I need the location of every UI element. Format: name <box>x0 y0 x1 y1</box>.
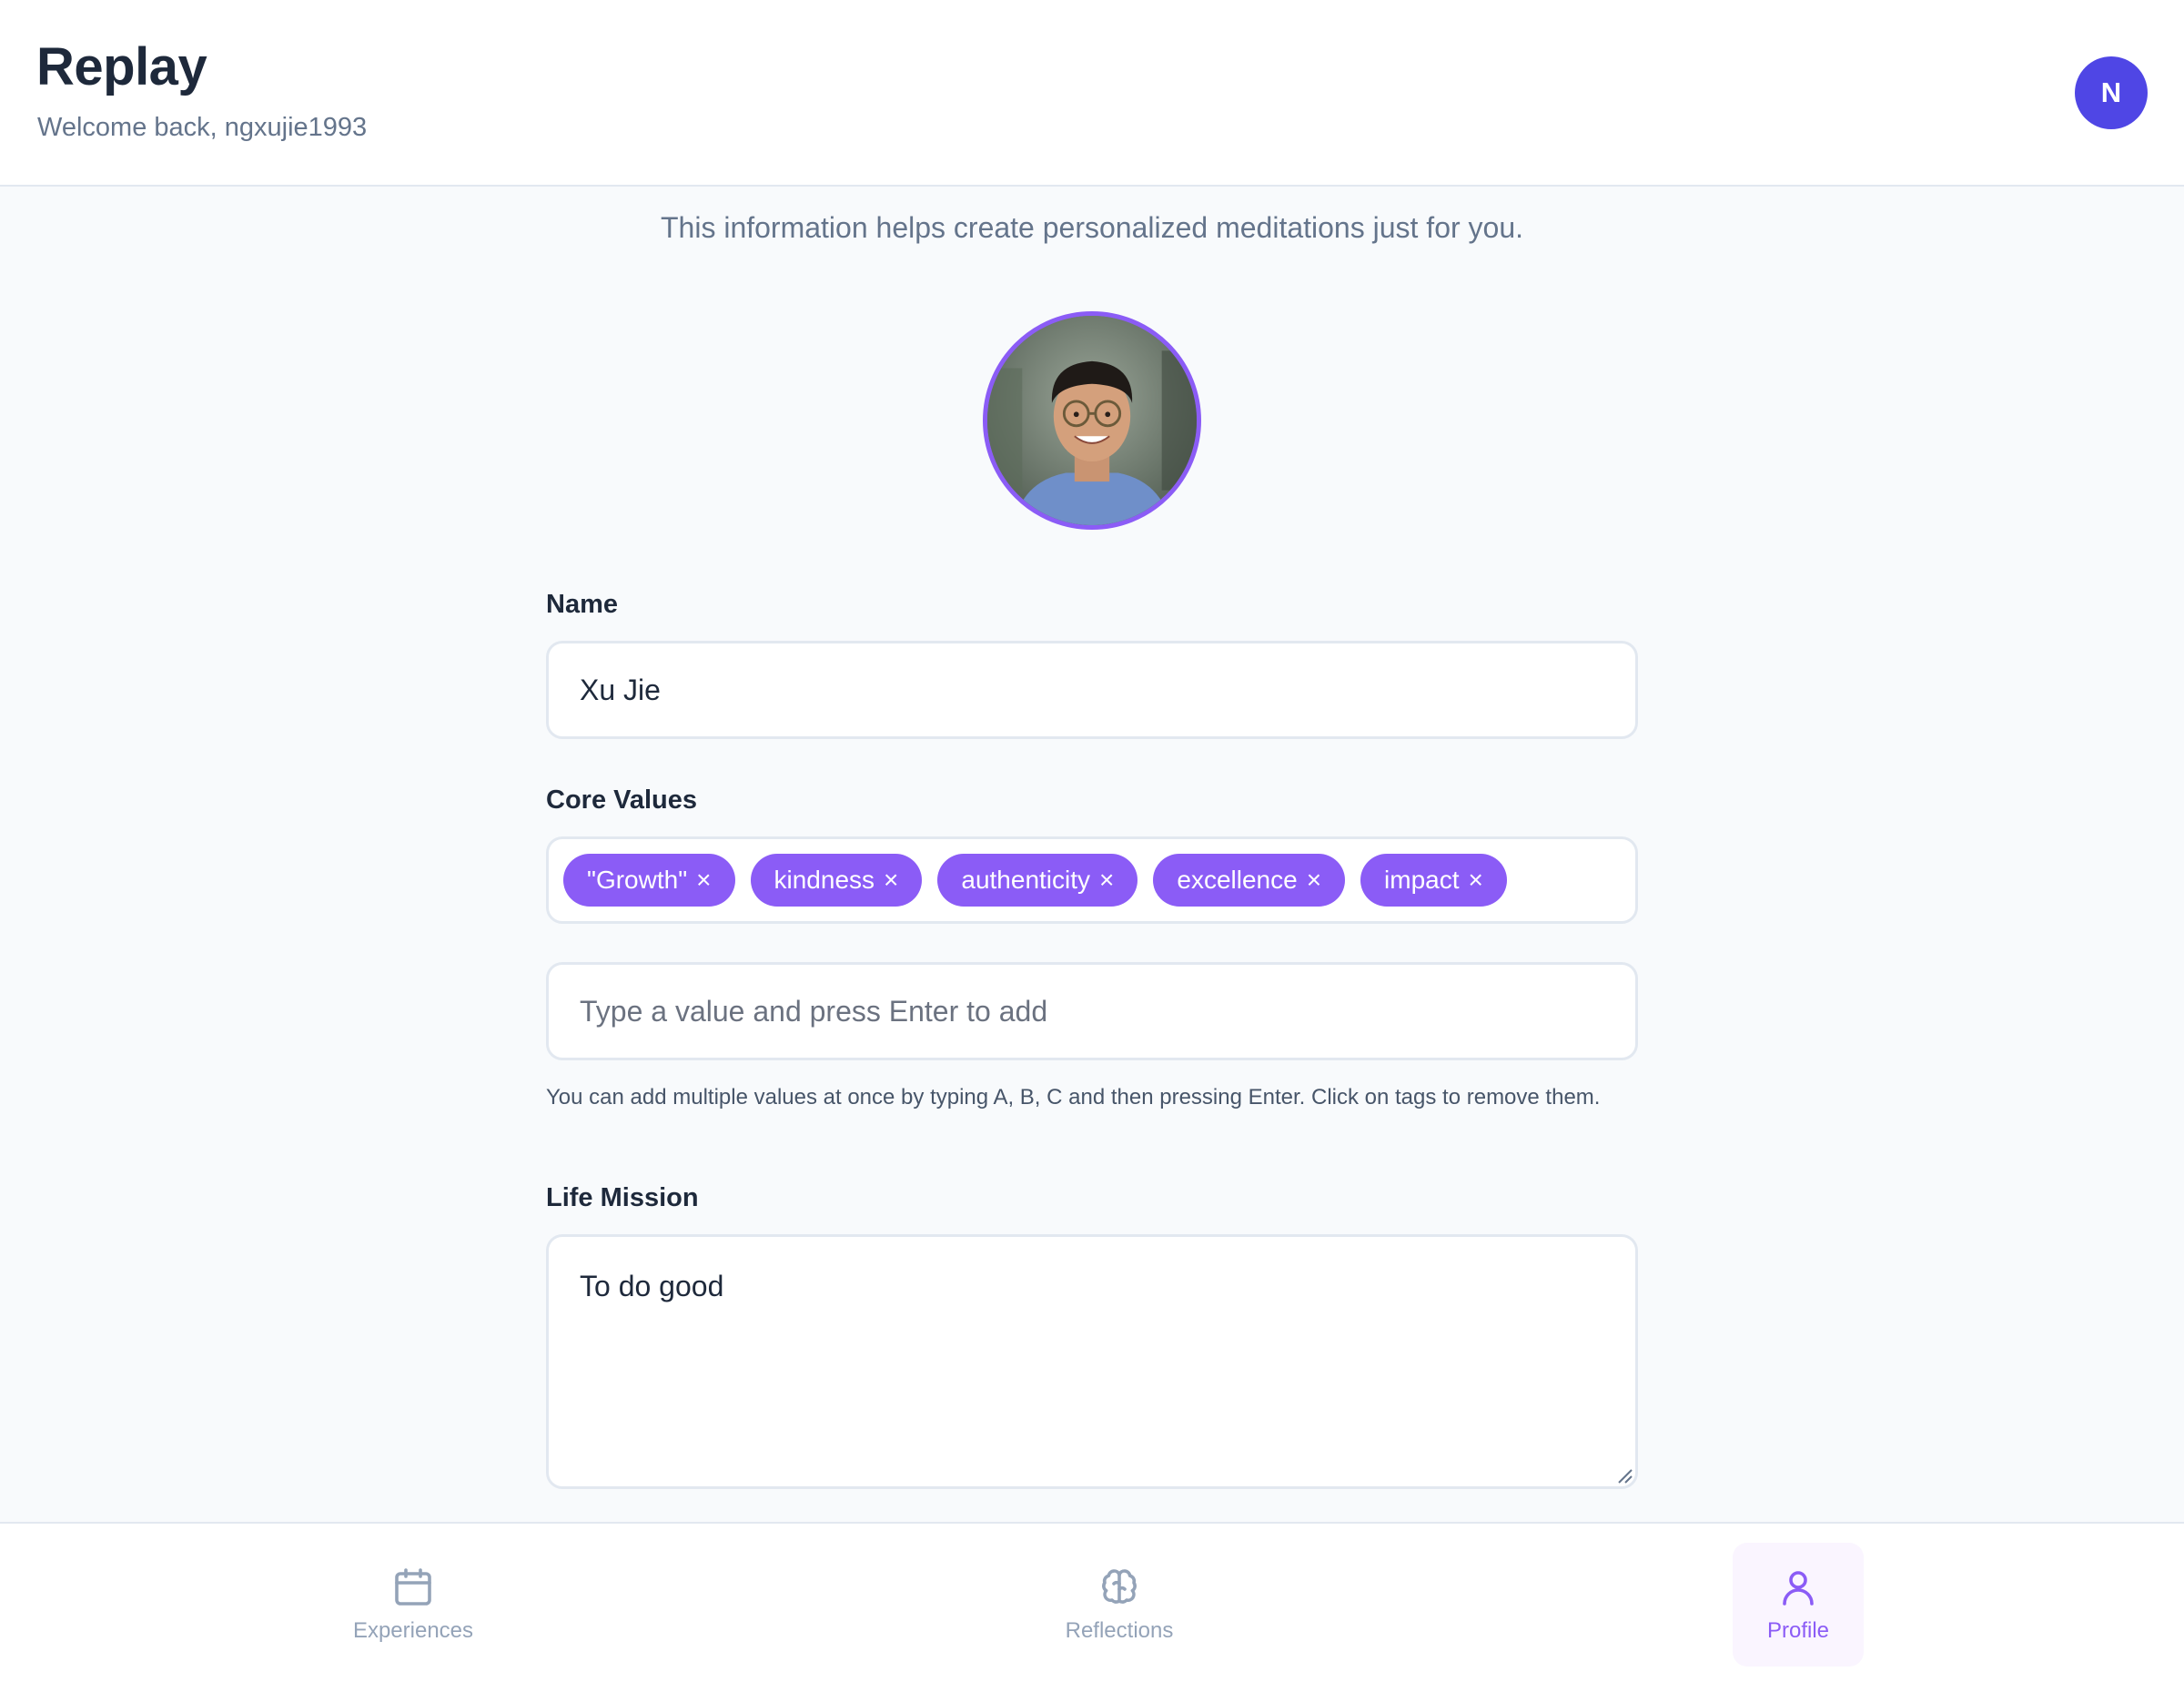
nav-item-profile[interactable]: Profile <box>1733 1543 1864 1667</box>
life-mission-label: Life Mission <box>546 1183 699 1212</box>
remove-tag-icon[interactable]: × <box>1307 866 1321 895</box>
header: Replay Welcome back, ngxujie1993 N <box>0 0 2184 187</box>
app-root: Replay Welcome back, ngxujie1993 N This … <box>0 0 2184 1682</box>
core-values-label: Core Values <box>546 785 698 815</box>
value-tag-label: kindness <box>774 866 875 894</box>
profile-photo[interactable] <box>983 311 1201 530</box>
name-label: Name <box>546 590 618 619</box>
welcome-message: Welcome back, ngxujie1993 <box>37 113 368 142</box>
remove-tag-icon[interactable]: × <box>696 866 711 895</box>
core-values-helper-text: You can add multiple values at once by t… <box>546 1085 1601 1110</box>
value-tag[interactable]: kindness × <box>750 854 923 907</box>
avatar-initial: N <box>2100 76 2122 108</box>
value-tag-label: authenticity <box>961 866 1091 894</box>
bottom-nav: Experiences Reflections Profile <box>0 1522 2184 1682</box>
user-avatar-button[interactable]: N <box>2075 56 2148 129</box>
remove-tag-icon[interactable]: × <box>1099 866 1114 895</box>
life-mission-textarea[interactable]: To do good <box>546 1234 1638 1489</box>
resize-handle-icon[interactable] <box>1616 1467 1633 1484</box>
value-tag-label: impact <box>1384 866 1460 894</box>
value-tag[interactable]: excellence × <box>1153 854 1346 907</box>
user-icon <box>1783 1571 1814 1606</box>
value-tag-label: "Growth" <box>587 866 688 894</box>
nav-item-experiences[interactable]: Experiences <box>348 1543 479 1667</box>
core-values-tags: "Growth" × kindness × authenticity × excellenc… <box>546 836 1638 924</box>
calendar-icon <box>395 1568 431 1606</box>
name-input[interactable] <box>546 641 1638 739</box>
value-tag[interactable]: impact × <box>1360 854 1507 907</box>
profile-photo-image <box>987 316 1197 525</box>
nav-label-profile: Profile <box>1766 1618 1830 1643</box>
brain-icon <box>1102 1569 1137 1604</box>
app-title: Replay <box>36 37 207 96</box>
intro-text: This information helps create personaliz… <box>660 211 1524 244</box>
nav-label-reflections: Reflections <box>1065 1618 1174 1643</box>
remove-tag-icon[interactable]: × <box>884 866 898 895</box>
value-tag[interactable]: authenticity × <box>937 854 1138 907</box>
core-values-input[interactable] <box>546 962 1638 1060</box>
value-tag-label: excellence <box>1177 866 1298 894</box>
remove-tag-icon[interactable]: × <box>1469 866 1483 895</box>
nav-label-experiences: Experiences <box>352 1618 474 1643</box>
value-tag[interactable]: "Growth" × <box>563 854 735 907</box>
nav-item-reflections[interactable]: Reflections <box>1054 1543 1185 1667</box>
